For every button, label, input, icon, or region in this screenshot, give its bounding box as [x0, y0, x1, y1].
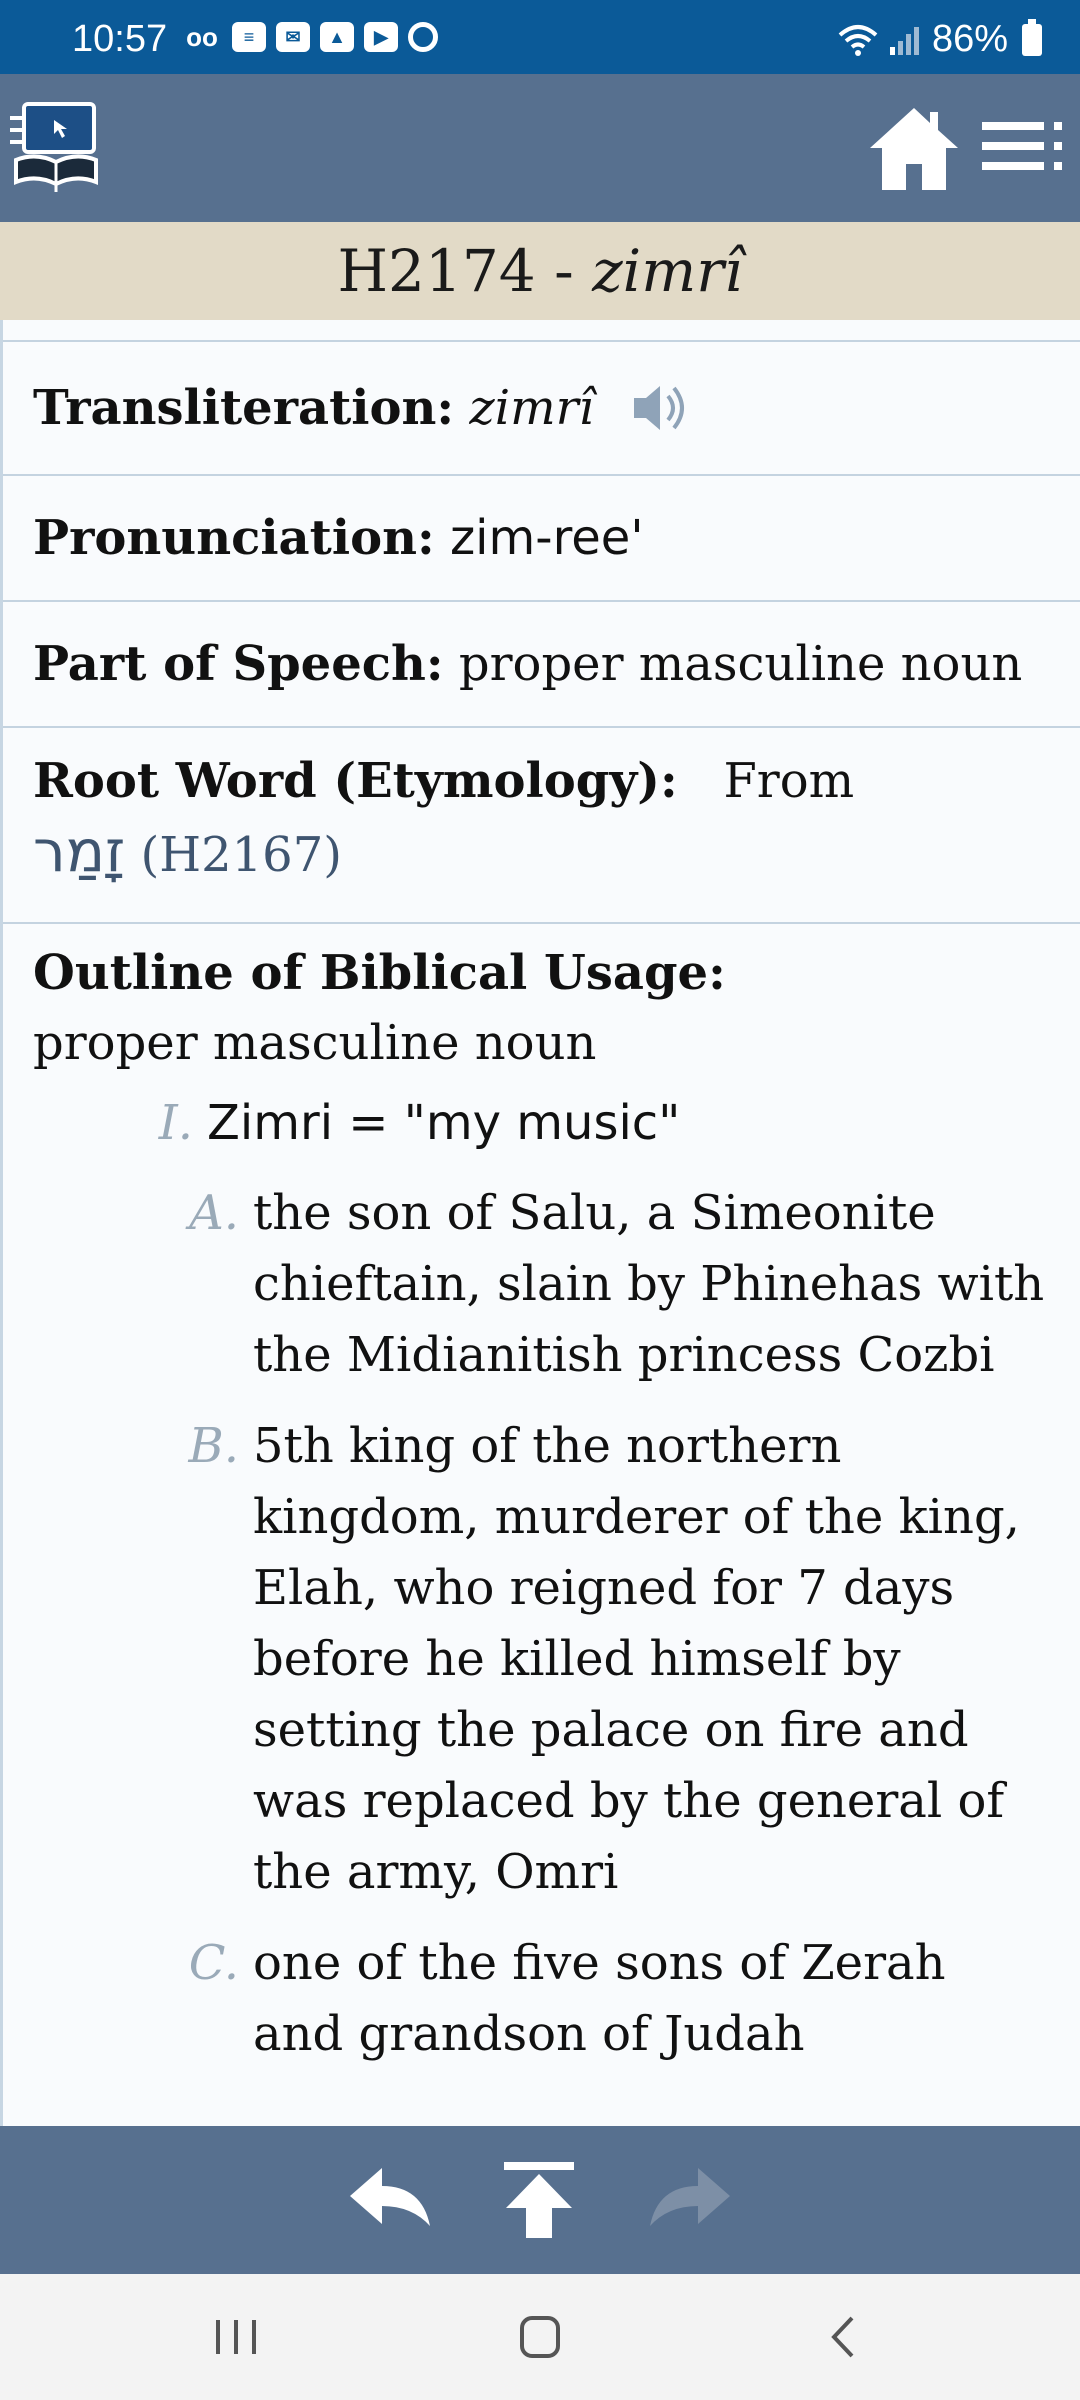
- battery-icon: [1022, 18, 1042, 56]
- forward-icon[interactable]: [644, 2160, 734, 2240]
- bible-logo-icon[interactable]: [10, 102, 100, 194]
- part-of-speech-label: Part of Speech:: [33, 636, 444, 692]
- status-time: 10:57: [72, 18, 168, 60]
- outline-label: Outline of Biblical Usage:: [33, 945, 726, 1001]
- signal-icon: [889, 26, 919, 55]
- divider: [3, 320, 1080, 342]
- outline-marker: A.: [189, 1185, 239, 1241]
- status-right: 86%: [838, 18, 1042, 61]
- mail-icon: ✉: [276, 22, 310, 52]
- root-hebrew-link[interactable]: זָמַר: [33, 817, 125, 885]
- gallery-icon: ▲: [320, 22, 354, 52]
- page-title: H2174 - zimrî: [0, 222, 1080, 320]
- menu-icon[interactable]: [982, 118, 1068, 180]
- wifi-icon: [838, 24, 878, 56]
- root-strongs-link[interactable]: (H2167): [140, 827, 341, 883]
- outline-section: Outline of Biblical Usage: proper mascul…: [3, 924, 1080, 2070]
- part-of-speech-value: proper masculine noun: [458, 636, 1023, 692]
- root-word-row: Root Word (Etymology): From זָמַר (H2167…: [3, 728, 1080, 924]
- pronunciation-row: Pronunciation: zim-ree': [3, 476, 1080, 602]
- system-back-icon[interactable]: [814, 2312, 874, 2362]
- app-header: [0, 74, 1080, 222]
- title-word: zimrî: [592, 237, 743, 305]
- pronunciation-value: zim-ree': [449, 510, 644, 566]
- transliteration-label: Transliteration:: [33, 380, 455, 436]
- outline-subitem-text: 5th king of the northern kingdom, murder…: [253, 1418, 1020, 1900]
- outline-marker: I.: [158, 1095, 193, 1151]
- outline-item-text: Zimri = "my music": [207, 1095, 681, 1151]
- list-icon: ≡: [232, 22, 266, 52]
- reply-back-icon[interactable]: [346, 2160, 436, 2240]
- transliteration-value: zimrî: [469, 380, 594, 436]
- bottom-nav: [0, 2126, 1080, 2274]
- speaker-icon[interactable]: [630, 378, 696, 438]
- root-word-prefix: From: [723, 753, 855, 809]
- outline-marker: C.: [188, 1935, 239, 1991]
- youtube-icon: ▶: [364, 22, 398, 52]
- outline-subitem-text: the son of Salu, a Simeonite chieftain, …: [253, 1185, 1045, 1383]
- notification-icons: oo ≡ ✉ ▲ ▶: [182, 22, 438, 52]
- status-bar: 10:57 oo ≡ ✉ ▲ ▶ 86%: [0, 0, 1080, 74]
- home-icon[interactable]: [866, 104, 962, 194]
- strongs-code: H2174 -: [337, 237, 593, 305]
- battery-percent: 86%: [931, 18, 1008, 60]
- outline-subitem: C. one of the five sons of Zerah and gra…: [175, 1928, 1050, 2070]
- outline-subitem: A. the son of Salu, a Simeonite chieftai…: [175, 1178, 1050, 1391]
- system-nav: [0, 2274, 1080, 2400]
- lexicon-entry: Transliteration: zimrî Pronunciation: zi…: [0, 320, 1080, 2126]
- system-home-icon[interactable]: [510, 2312, 570, 2362]
- pronunciation-label: Pronunciation:: [33, 510, 435, 566]
- outline-subitem: B. 5th king of the northern kingdom, mur…: [175, 1411, 1050, 1908]
- recents-icon[interactable]: [206, 2312, 266, 2362]
- scroll-to-top-icon[interactable]: [494, 2160, 584, 2240]
- transliteration-row: Transliteration: zimrî: [3, 342, 1080, 476]
- outline-subitem-text: one of the five sons of Zerah and grands…: [253, 1935, 946, 2062]
- outline-marker: B.: [188, 1418, 239, 1474]
- part-of-speech-row: Part of Speech: proper masculine noun: [3, 602, 1080, 728]
- outline-item: I. Zimri = "my music": [143, 1088, 1050, 1158]
- root-word-label: Root Word (Etymology):: [33, 753, 678, 809]
- outline-subtitle: proper masculine noun: [33, 1015, 597, 1071]
- voicemail-icon: oo: [186, 21, 218, 52]
- sync-icon: [408, 22, 438, 52]
